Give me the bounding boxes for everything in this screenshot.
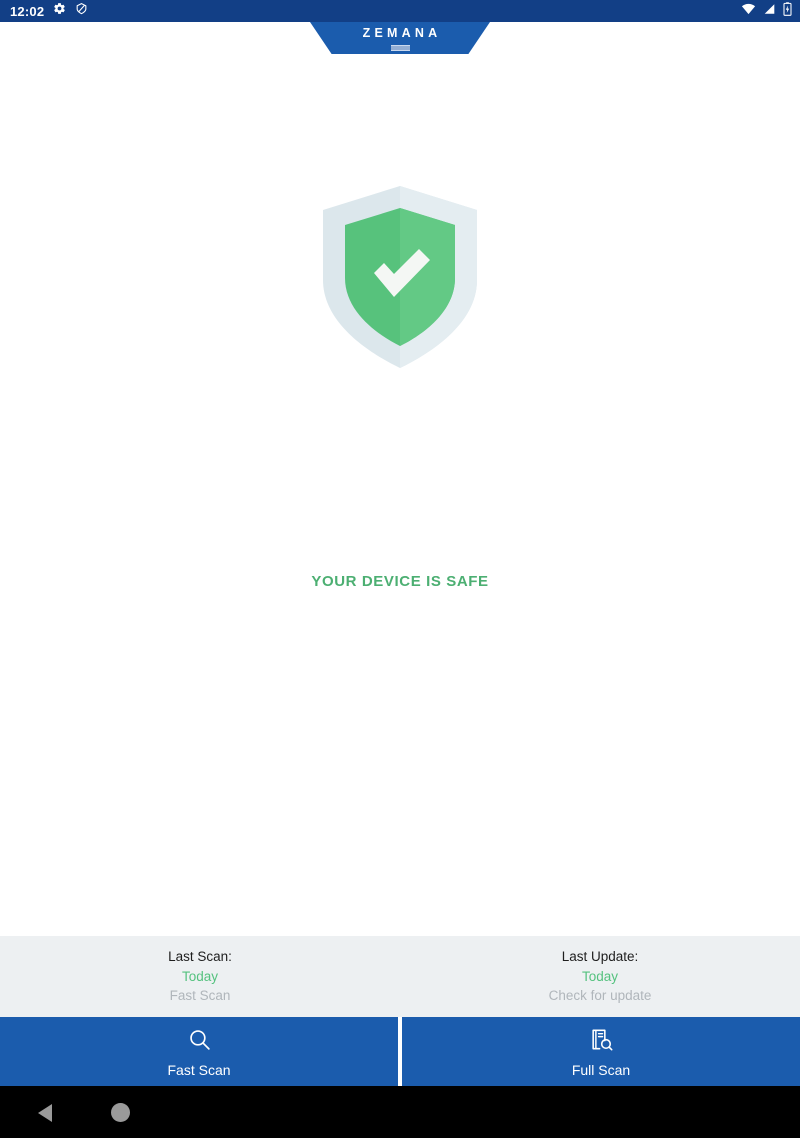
full-scan-label: Full Scan <box>571 1061 631 1078</box>
gear-icon <box>53 2 66 20</box>
last-scan-column: Last Scan: Today Fast Scan <box>0 936 400 1017</box>
home-circle-icon[interactable] <box>111 1103 130 1122</box>
last-update-title: Last Update: <box>561 949 639 965</box>
last-update-column: Last Update: Today Check for update <box>400 936 800 1017</box>
fast-scan-label: Fast Scan <box>167 1061 231 1078</box>
last-scan-value: Today <box>181 968 219 984</box>
shield-check-icon <box>319 184 481 375</box>
check-for-update-link[interactable]: Check for update <box>549 989 652 1003</box>
magnifier-icon <box>187 1027 212 1057</box>
app-screen: 12:02 ZEMANA YOUR DEVICE IS SAFE Last Sc… <box>0 0 800 1138</box>
battery-icon <box>783 1 792 21</box>
app-header: ZEMANA <box>0 22 800 54</box>
last-update-value: Today <box>581 968 619 984</box>
back-triangle-icon[interactable] <box>38 1104 52 1122</box>
cellular-signal-icon <box>763 2 776 20</box>
document-search-icon <box>589 1027 614 1057</box>
zemana-banner: ZEMANA <box>310 22 490 54</box>
status-bar-left-group: 12:02 <box>10 2 88 20</box>
android-status-bar: 12:02 <box>0 0 800 22</box>
brand-underline-mark <box>390 44 410 51</box>
fast-scan-button[interactable]: Fast Scan <box>0 1017 398 1086</box>
status-bar-right-group <box>741 1 792 21</box>
do-not-disturb-icon <box>75 2 88 20</box>
main-content: YOUR DEVICE IS SAFE <box>0 54 800 936</box>
wifi-icon <box>741 2 756 20</box>
last-scan-type[interactable]: Fast Scan <box>170 989 231 1003</box>
scan-info-panel: Last Scan: Today Fast Scan Last Update: … <box>0 936 800 1017</box>
scan-action-bar: Fast Scan Full Scan <box>0 1017 800 1086</box>
shield-container <box>0 184 800 375</box>
full-scan-button[interactable]: Full Scan <box>402 1017 800 1086</box>
brand-wordmark: ZEMANA <box>362 26 442 40</box>
last-scan-title: Last Scan: <box>168 949 232 965</box>
status-bar-clock: 12:02 <box>10 3 45 19</box>
android-navigation-bar <box>0 1086 800 1138</box>
device-status-text: YOUR DEVICE IS SAFE <box>311 573 489 590</box>
